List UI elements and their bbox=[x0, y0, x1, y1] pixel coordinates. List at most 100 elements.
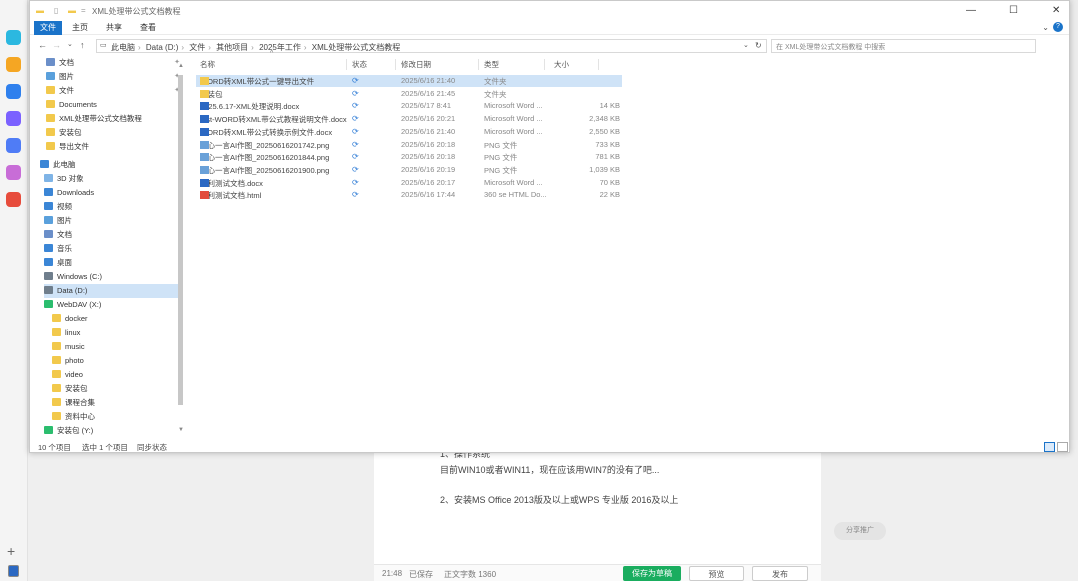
save-draft-button[interactable]: 保存为草稿 bbox=[623, 566, 681, 581]
add-icon[interactable]: + bbox=[7, 543, 15, 559]
file-row[interactable]: 2025.6.17-XML处理说明.docx ⟳ 2025/6/17 8:41 Mic… bbox=[196, 100, 622, 112]
forward-arrow-icon[interactable]: → bbox=[52, 40, 61, 50]
tab-file[interactable]: 文件 bbox=[34, 21, 62, 35]
file-row[interactable]: WORD转XML带公式转换示例文件.docx ⟳ 2025/6/16 21:40 Mi… bbox=[196, 126, 622, 138]
app-icon-5[interactable] bbox=[6, 138, 21, 153]
file-row[interactable]: WORD转XML带公式一键导出文件 ⟳ 2025/6/16 21:40 文件夹 bbox=[196, 75, 622, 87]
customize-quick-access-icon[interactable]: = bbox=[81, 6, 86, 15]
nav-item[interactable]: 桌面 bbox=[44, 256, 182, 270]
nav-item-label: 桌面 bbox=[57, 258, 72, 267]
nav-item[interactable]: linux bbox=[52, 326, 190, 340]
nav-scrollbar[interactable]: ▲ ▼ bbox=[177, 63, 185, 435]
breadcrumb-item[interactable]: Data (D:) bbox=[146, 43, 178, 52]
nav-item[interactable]: 此电脑 bbox=[40, 158, 178, 172]
nav-item[interactable]: 图片✦ bbox=[46, 70, 184, 84]
app-icon-2[interactable] bbox=[6, 57, 21, 72]
scroll-up-icon[interactable]: ▲ bbox=[178, 63, 184, 69]
up-arrow-icon[interactable]: ↑ bbox=[80, 40, 85, 50]
file-row[interactable]: 安装包 ⟳ 2025/6/16 21:45 文件夹 bbox=[196, 88, 622, 100]
file-name: 专利测试文档.docx bbox=[200, 178, 263, 189]
file-name-text: 2025.6.17-XML处理说明.docx bbox=[200, 102, 300, 112]
app-icon-3[interactable] bbox=[6, 84, 21, 99]
nav-item[interactable]: 课程合集 bbox=[52, 396, 190, 410]
nav-item[interactable]: 安装包 (Y:) bbox=[44, 424, 182, 438]
tab-share[interactable]: 共享 bbox=[100, 21, 128, 35]
file-type: 360 se HTML Do... bbox=[484, 190, 547, 200]
nav-item-label: 文档 bbox=[59, 58, 74, 67]
nav-item[interactable]: 3D 对象 bbox=[44, 172, 182, 186]
breadcrumb-item[interactable]: 2025年工作 bbox=[259, 43, 301, 52]
breadcrumb-item[interactable]: 文件 bbox=[189, 43, 205, 52]
tab-view[interactable]: 查看 bbox=[134, 21, 162, 35]
nav-item[interactable]: 导出文件 bbox=[46, 140, 184, 154]
nav-item[interactable]: Downloads bbox=[44, 186, 182, 200]
search-input[interactable]: 在 XML处理带公式文档教程 中搜索 bbox=[771, 39, 1036, 53]
nav-item[interactable]: music bbox=[52, 340, 190, 354]
refresh-icon[interactable]: ↻ bbox=[755, 41, 762, 50]
app-icon-7[interactable] bbox=[6, 192, 21, 207]
nav-item[interactable]: WebDAV (X:) bbox=[44, 298, 182, 312]
nav-item[interactable]: photo bbox=[52, 354, 190, 368]
navigation-bar: ← → ⌄ ↑ ▭ 此电脑 › Data (D:) › 文件 › 其他项目 › 2025… bbox=[30, 37, 1069, 55]
app-icon-1[interactable] bbox=[6, 30, 21, 45]
document-icon[interactable] bbox=[8, 565, 19, 577]
minimize-button[interactable]: — bbox=[966, 5, 976, 16]
file-name-text: 专利测试文档.docx bbox=[200, 178, 263, 188]
file-row[interactable]: 文心一言AI作图_20250616201844.png ⟳ 2025/6/16 20… bbox=[196, 151, 622, 163]
nav-item[interactable]: 音乐 bbox=[44, 242, 182, 256]
column-header-type[interactable]: 类型 bbox=[484, 59, 499, 70]
column-header-date[interactable]: 修改日期 bbox=[401, 59, 431, 70]
column-header-size[interactable]: 大小 bbox=[554, 59, 569, 70]
nav-item[interactable]: Windows (C:) bbox=[44, 270, 182, 284]
sync-status-icon: ⟳ bbox=[352, 190, 359, 200]
nav-item[interactable]: 文档 ✦ bbox=[46, 56, 184, 70]
large-icons-view-icon[interactable] bbox=[1057, 442, 1068, 452]
breadcrumb-item[interactable]: 其他项目 bbox=[216, 43, 248, 52]
maximize-button[interactable]: ☐ bbox=[1009, 5, 1018, 16]
nav-item[interactable]: 视频 bbox=[44, 200, 182, 214]
nav-item[interactable]: 安装包 bbox=[46, 126, 184, 140]
column-header-status[interactable]: 状态 bbox=[352, 59, 367, 70]
preview-button[interactable]: 预览 bbox=[689, 566, 744, 581]
address-dropdown-icon[interactable]: ⌄ bbox=[743, 41, 749, 49]
nav-item[interactable]: docker bbox=[52, 312, 190, 326]
nav-item[interactable]: XML处理带公式文档教程 bbox=[46, 112, 184, 126]
file-row[interactable]: 文心一言AI作图_20250616201900.png ⟳ 2025/6/16 20… bbox=[196, 164, 622, 176]
file-row[interactable]: test-WORD转XML带公式教程说明文件.docx ⟳ 2025/6/16 20… bbox=[196, 113, 622, 125]
column-header-name[interactable]: 名称 bbox=[200, 59, 215, 70]
app-icon-4[interactable] bbox=[6, 111, 21, 126]
nav-item[interactable]: 安装包 bbox=[52, 382, 190, 396]
nav-item[interactable]: video bbox=[52, 368, 190, 382]
nav-item[interactable]: Documents bbox=[46, 98, 184, 112]
file-type: 文件夹 bbox=[484, 89, 507, 99]
folder-icon: ▬ bbox=[36, 6, 44, 15]
close-button[interactable]: ✕ bbox=[1052, 5, 1060, 16]
nav-item[interactable]: 图片 bbox=[44, 214, 182, 228]
breadcrumb: 此电脑 › Data (D:) › 文件 › 其他项目 › 2025年工作 › XML处理… bbox=[111, 43, 401, 52]
nav-item[interactable]: Data (D:) bbox=[44, 284, 182, 298]
recent-locations-icon[interactable]: ⌄ bbox=[67, 40, 73, 48]
nav-item[interactable]: 文件✦ bbox=[46, 84, 184, 98]
nav-item[interactable]: 资料中心 bbox=[52, 410, 190, 424]
file-row[interactable]: 文心一言AI作图_20250616201742.png ⟳ 2025/6/16 20… bbox=[196, 139, 622, 151]
app-icon-6[interactable] bbox=[6, 165, 21, 180]
file-date: 2025/6/16 20:18 bbox=[401, 139, 456, 149]
address-bar[interactable]: ▭ 此电脑 › Data (D:) › 文件 › 其他项目 › 2025年工作 › XML… bbox=[96, 39, 767, 53]
nav-item-label: 安装包 (Y:) bbox=[57, 426, 94, 435]
details-view-icon[interactable] bbox=[1044, 442, 1055, 452]
nav-item[interactable]: 文档 bbox=[44, 228, 182, 242]
new-folder-icon[interactable]: ▬ bbox=[68, 6, 76, 15]
share-button[interactable]: 分享推广 bbox=[834, 522, 886, 540]
scroll-thumb[interactable] bbox=[178, 75, 183, 405]
publish-button[interactable]: 发布 bbox=[752, 566, 808, 581]
breadcrumb-item[interactable]: XML处理带公式文档教程 bbox=[312, 43, 400, 52]
help-icon[interactable]: ? bbox=[1053, 22, 1063, 32]
file-row[interactable]: 专利测试文档.docx ⟳ 2025/6/16 20:17 Microsoft Wor… bbox=[196, 177, 622, 189]
back-arrow-icon[interactable]: ← bbox=[38, 40, 47, 50]
tab-home[interactable]: 主页 bbox=[66, 21, 94, 35]
properties-icon[interactable]: ▯ bbox=[54, 6, 58, 15]
file-row[interactable]: 专利测试文档.html ⟳ 2025/6/16 17:44 360 se HTML D… bbox=[196, 189, 622, 201]
scroll-down-icon[interactable]: ▼ bbox=[178, 427, 184, 433]
ribbon-expand-icon[interactable]: ⌄ bbox=[1042, 23, 1049, 32]
breadcrumb-item[interactable]: 此电脑 bbox=[111, 43, 135, 52]
